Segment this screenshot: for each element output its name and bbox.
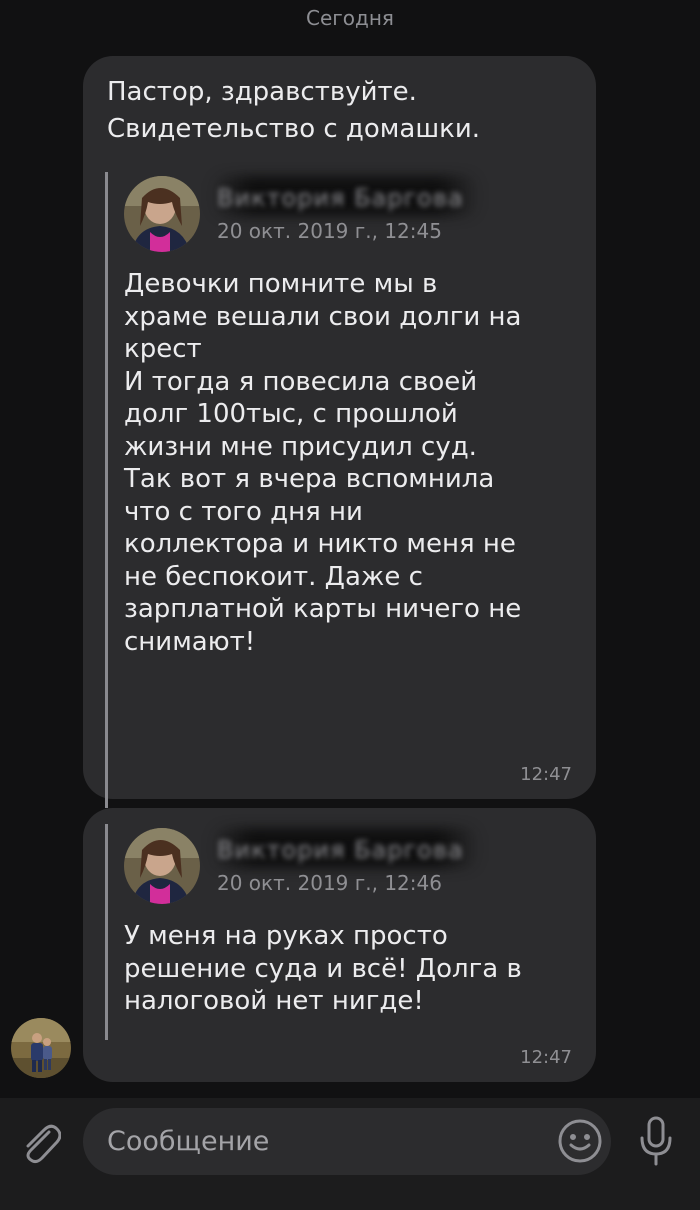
quoted-author-avatar[interactable] [124,176,200,252]
quoted-author-name[interactable]: Виктория Баргова [217,836,464,864]
smiley-icon[interactable] [557,1118,603,1164]
message-bubble[interactable]: Виктория Баргова 20 окт. 2019 г., 12:46 … [83,808,596,1082]
message-time: 12:47 [520,1047,572,1068]
microphone-icon[interactable] [636,1114,676,1168]
quoted-date: 20 окт. 2019 г., 12:46 [217,871,442,895]
quoted-author-name[interactable]: Виктория Баргова [217,184,464,212]
quoted-author-avatar[interactable] [124,828,200,904]
date-separator: Сегодня [306,6,394,30]
forwarded-quote[interactable]: Виктория Баргова 20 окт. 2019 г., 12:46 … [105,824,580,1040]
sender-avatar[interactable] [11,1018,71,1078]
quoted-text: У меня на руках просто решение суда и вс… [124,921,522,1016]
message-text: Пастор, здравствуйте. Свидетельство с до… [107,77,481,144]
message-input[interactable] [83,1108,611,1175]
forwarded-quote[interactable]: Виктория Баргова 20 окт. 2019 г., 12:45 … [105,172,580,808]
quoted-date: 20 окт. 2019 г., 12:45 [217,219,442,243]
quoted-text: Девочки помните мы в храме вешали свои д… [124,269,522,657]
message-bubble[interactable]: Пастор, здравствуйте. Свидетельство с до… [83,56,596,808]
paperclip-icon[interactable] [19,1120,62,1164]
message-time: 12:47 [520,764,572,785]
